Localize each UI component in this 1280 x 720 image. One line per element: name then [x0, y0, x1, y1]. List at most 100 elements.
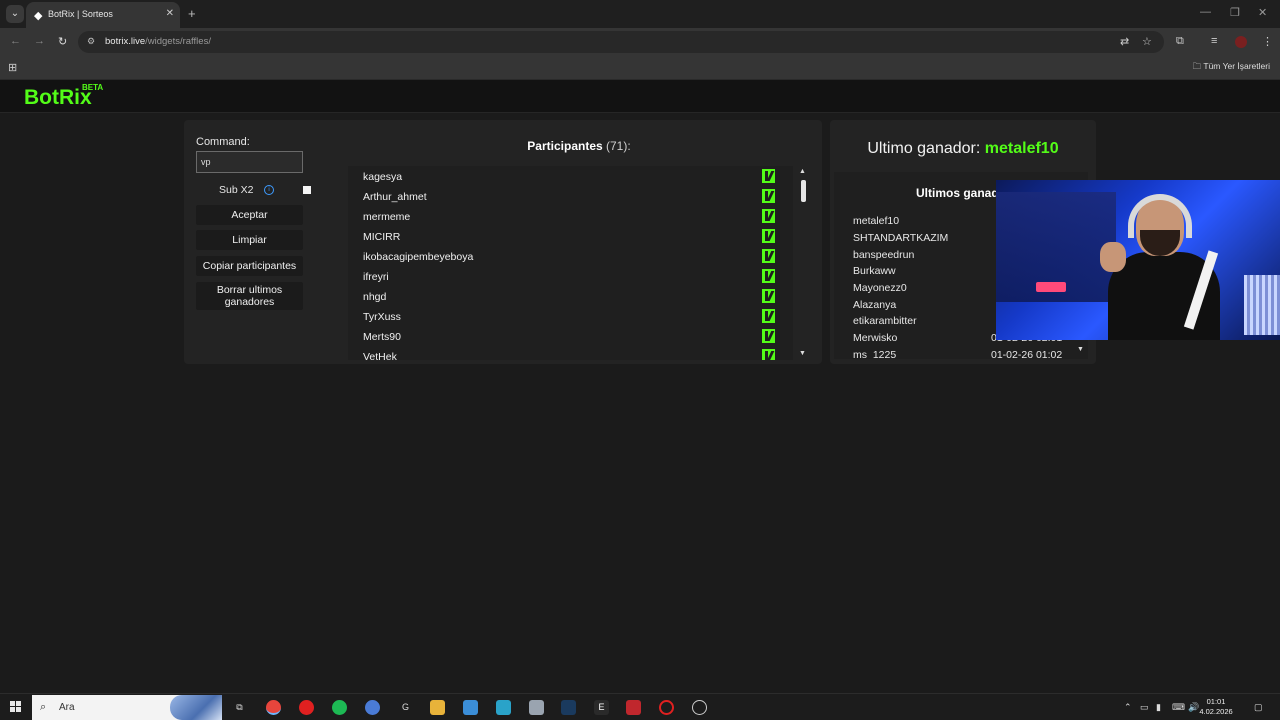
opera-icon[interactable]	[299, 700, 314, 715]
profile-avatar-icon[interactable]	[1235, 36, 1247, 48]
folder-icon: 🗀	[1192, 61, 1202, 71]
participant-row: nhgd	[348, 286, 793, 306]
tab-search-menu-icon[interactable]: ⌄	[6, 5, 24, 23]
search-placeholder: Ara	[59, 702, 75, 713]
participant-row: ifreyri	[348, 266, 793, 286]
participant-row: Arthur_ahmet	[348, 186, 793, 206]
site-info-icon[interactable]: ⚙	[87, 36, 95, 47]
participant-name: kagesya	[363, 171, 403, 183]
reload-icon[interactable]: ↻	[58, 35, 67, 48]
obs-icon[interactable]	[692, 700, 707, 715]
participant-row: VetHek	[348, 346, 793, 360]
tray-icon-1[interactable]: ▭	[1140, 702, 1149, 713]
participant-row: MICIRR	[348, 226, 793, 246]
participant-name: ifreyri	[363, 271, 389, 283]
browser-tab[interactable]: ◆ BotRix | Sorteos ✕	[26, 2, 180, 28]
menu-icon[interactable]: ⋮	[1262, 35, 1273, 48]
sub-x2-label: Sub X2	[219, 184, 254, 196]
clock-date: 4.02.2026	[1199, 707, 1233, 716]
winner-name: Merwisko	[853, 332, 898, 344]
minimize-icon[interactable]: —	[1200, 6, 1211, 18]
apps-grid-icon[interactable]: ⊞	[8, 61, 17, 74]
kick-icon	[762, 329, 775, 343]
photos-icon[interactable]	[463, 700, 478, 715]
botrix-favicon-icon: ◆	[34, 10, 43, 22]
participant-name: VetHek	[363, 351, 397, 360]
kick-icon	[762, 189, 775, 203]
participant-row: Merts90	[348, 326, 793, 346]
steam-icon[interactable]	[561, 700, 576, 715]
notifications-icon[interactable]: ▢	[1254, 702, 1263, 713]
close-tab-icon[interactable]: ✕	[166, 8, 174, 19]
kick-icon	[762, 249, 775, 263]
taskbar-search[interactable]: ⌕ Ara	[32, 695, 222, 720]
copy-participants-button[interactable]: Copiar participantes	[196, 256, 303, 276]
network-icon[interactable]: ⌨	[1172, 702, 1185, 713]
extensions-icon[interactable]: ⧉	[1176, 35, 1184, 48]
bookmark-star-icon[interactable]: ☆	[1142, 35, 1152, 48]
forward-icon[interactable]: →	[34, 35, 45, 47]
task-view-icon[interactable]: ⧉	[232, 700, 247, 715]
winner-name: ms_1225	[853, 349, 897, 359]
spotify-icon[interactable]	[332, 700, 347, 715]
back-icon[interactable]: ←	[10, 35, 21, 47]
address-bar[interactable]: ⚙ botrix.live/widgets/raffles/	[78, 31, 1164, 53]
kick-icon	[762, 229, 775, 243]
kick-icon	[762, 209, 775, 223]
app-icon-2[interactable]	[496, 700, 511, 715]
close-window-icon[interactable]: ✕	[1258, 6, 1267, 19]
search-icon: ⌕	[40, 701, 47, 713]
participant-row: ikobacagipembeyeboya	[348, 246, 793, 266]
participant-row: TyrXuss	[348, 306, 793, 326]
info-icon[interactable]: i	[264, 185, 274, 195]
scroll-down-icon[interactable]: ▼	[799, 350, 806, 357]
url-text[interactable]: botrix.live/widgets/raffles/	[105, 36, 211, 47]
participants-title: Participantes (71):	[527, 139, 631, 153]
opera-gx-icon[interactable]	[659, 700, 674, 715]
windows-start-icon[interactable]	[10, 701, 22, 713]
browser-toolbar: ← → ↻ ⚙ botrix.live/widgets/raffles/ ⇄ ☆…	[0, 28, 1280, 56]
command-label: Command:	[196, 136, 250, 148]
clock[interactable]: 01:01 4.02.2026	[1196, 697, 1236, 717]
last-winner-heading: Ultimo ganador: metalef10	[867, 140, 1059, 157]
tab-title: BotRix | Sorteos	[48, 9, 113, 19]
beta-badge: BETA	[82, 83, 104, 92]
reading-list-icon[interactable]: ≡	[1211, 35, 1217, 47]
winner-name: etikarambitter	[853, 315, 917, 327]
voicemeeter-icon[interactable]	[626, 700, 641, 715]
browser-tab-bar: ⌄ ◆ BotRix | Sorteos ✕ + — ❐ ✕	[0, 0, 1280, 28]
command-input[interactable]: vp	[196, 151, 303, 173]
new-tab-icon[interactable]: +	[188, 6, 196, 21]
accept-button[interactable]: Aceptar	[196, 205, 303, 225]
translate-icon[interactable]: ⇄	[1120, 35, 1129, 48]
participant-row: kagesya	[348, 166, 793, 186]
participants-scrollbar[interactable]	[801, 180, 806, 202]
participant-name: TyrXuss	[363, 311, 401, 323]
chrome-icon[interactable]	[266, 700, 281, 715]
tray-icon-2[interactable]: ▮	[1156, 702, 1161, 713]
kick-icon	[762, 309, 775, 323]
kick-icon	[762, 169, 775, 183]
sub-x2-checkbox[interactable]	[303, 186, 311, 194]
winner-name: metalef10	[853, 215, 900, 227]
calculator-icon[interactable]	[529, 700, 544, 715]
app-icon[interactable]	[365, 700, 380, 715]
last-winner-name: metalef10	[984, 140, 1059, 157]
clear-button[interactable]: Limpiar	[196, 230, 303, 250]
webcam-overlay	[996, 180, 1280, 340]
file-explorer-icon[interactable]	[430, 700, 445, 715]
winner-name: Burkaww	[853, 265, 896, 277]
participants-list[interactable]: kagesya Arthur_ahmet mermeme MICIRR ikobacag…	[348, 166, 793, 360]
raffle-panel: Command: vp Sub X2 i Aceptar Limpiar Cop…	[184, 120, 822, 364]
all-bookmarks-folder[interactable]: 🗀 Tüm Yer İşaretleri	[1193, 61, 1270, 75]
scroll-up-icon[interactable]: ▲	[799, 168, 806, 175]
participant-name: ikobacagipembeyeboya	[363, 251, 474, 263]
delete-winners-button[interactable]: Borrar ultimos ganadores	[196, 282, 303, 310]
tray-overflow-icon[interactable]: ⌃	[1124, 702, 1132, 713]
restore-icon[interactable]: ❐	[1230, 6, 1240, 19]
g-hub-icon[interactable]: G	[398, 700, 413, 715]
site-header: BotRix BETA	[0, 80, 1280, 113]
epic-games-icon[interactable]: E	[594, 700, 609, 715]
winner-date: 01-02-26 01:02	[991, 349, 1063, 359]
winners-scroll-down-icon[interactable]: ▼	[1077, 346, 1084, 353]
